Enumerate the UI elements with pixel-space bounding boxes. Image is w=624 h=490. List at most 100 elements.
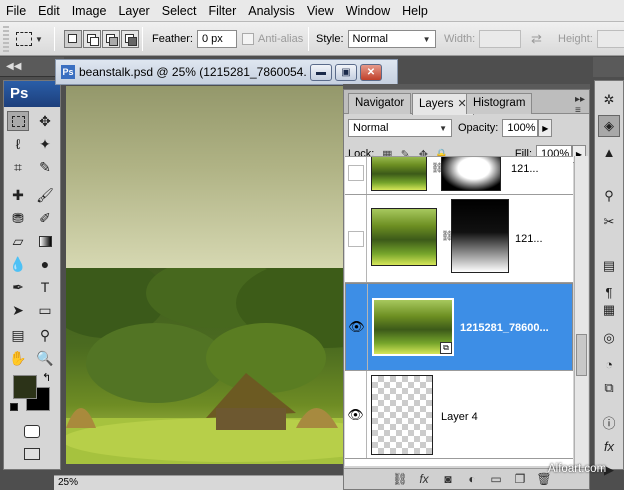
default-colors-icon[interactable] xyxy=(10,403,18,411)
opacity-slider-arrow-icon[interactable]: ▶ xyxy=(538,119,553,137)
hand-tool[interactable]: ✋ xyxy=(7,348,29,368)
layer-mask-thumbnail[interactable] xyxy=(451,199,509,273)
layer-style-icon[interactable]: fx xyxy=(412,472,436,486)
layer-name[interactable]: 121... xyxy=(511,163,539,175)
menu-file[interactable]: File xyxy=(0,0,32,22)
shape-tool[interactable]: ▭ xyxy=(34,300,56,320)
width-input[interactable] xyxy=(479,30,522,48)
layer-name[interactable]: Layer 4 xyxy=(441,411,478,423)
document-title-bar[interactable]: Ps beanstalk.psd @ 25% (1215281_7860054.… xyxy=(55,59,398,85)
gradient-tool[interactable] xyxy=(34,231,56,251)
dodge-tool[interactable]: ● xyxy=(34,254,56,274)
type-tool[interactable]: T xyxy=(34,277,56,297)
layer-visibility-toggle[interactable]: 👁 xyxy=(345,371,367,458)
feather-input[interactable]: 0 px xyxy=(196,30,237,48)
separator xyxy=(308,27,309,51)
eyedropper-tool[interactable]: ⚲ xyxy=(34,325,56,345)
fx-styles-icon[interactable]: fx xyxy=(598,435,620,457)
layer-visibility-toggle[interactable] xyxy=(345,157,367,194)
menu-image[interactable]: Image xyxy=(66,0,113,22)
watermark-text: Alfoart.com xyxy=(548,463,607,475)
tab-navigator[interactable]: Navigator xyxy=(348,93,412,114)
blur-tool[interactable]: 💧 xyxy=(7,254,29,274)
foreground-color-swatch[interactable] xyxy=(13,375,37,399)
height-input[interactable] xyxy=(596,30,624,48)
path-selection-tool[interactable]: ➤ xyxy=(7,300,29,320)
scrollbar-thumb[interactable] xyxy=(576,334,587,376)
move-tool[interactable]: ✥ xyxy=(34,111,56,131)
subtract-selection-button[interactable] xyxy=(102,30,120,48)
info-icon[interactable]: ⓘ xyxy=(598,411,620,433)
slice-tool[interactable]: ✎ xyxy=(34,157,56,177)
dock-collapse-strip[interactable] xyxy=(593,57,624,77)
opacity-input[interactable]: 100% xyxy=(502,119,539,137)
swatches-panel-icon[interactable]: ◔ xyxy=(598,353,620,375)
close-icon[interactable]: ✕ xyxy=(360,63,382,81)
eraser-tool[interactable]: ▱ xyxy=(7,231,29,251)
swap-colors-icon[interactable]: ↰ xyxy=(42,371,51,384)
layer-row-selected[interactable]: 👁 ⧉ 1215281_78600... xyxy=(345,283,573,371)
layer-row[interactable]: ⛓ 121... xyxy=(345,157,573,195)
zoom-tool[interactable]: 🔍 xyxy=(34,348,56,368)
panel-menu-icon[interactable]: ▸▸ ≡ xyxy=(575,94,585,116)
layers-scrollbar[interactable] xyxy=(574,156,588,466)
tab-layers[interactable]: Layers ✕ xyxy=(412,93,474,115)
crop-tool[interactable]: ⌗ xyxy=(7,157,29,177)
styles-panel-icon[interactable]: ◎ xyxy=(598,327,620,349)
tool-preset-picker[interactable]: ▼ xyxy=(16,22,43,56)
history-brush-tool[interactable]: ✐ xyxy=(34,208,56,228)
layer-visibility-toggle[interactable] xyxy=(345,195,367,282)
tool-presets-icon[interactable]: ✂ xyxy=(598,211,620,233)
menu-view[interactable]: View xyxy=(301,0,340,22)
channels-panel-icon[interactable]: ⚲ xyxy=(598,185,620,207)
add-selection-button[interactable] xyxy=(83,30,101,48)
options-grip[interactable] xyxy=(3,26,9,52)
blend-mode-value: Normal xyxy=(353,122,389,134)
rect-marquee-tool[interactable] xyxy=(7,111,29,131)
layer-name[interactable]: 121... xyxy=(515,233,543,245)
menu-help[interactable]: Help xyxy=(396,0,434,22)
restore-icon[interactable]: ▣ xyxy=(335,63,357,81)
menu-layer[interactable]: Layer xyxy=(112,0,155,22)
layer-row[interactable]: 👁 Layer 4 xyxy=(345,371,573,459)
menu-filter[interactable]: Filter xyxy=(202,0,242,22)
layer-row[interactable]: ⛓ 121... xyxy=(345,195,573,283)
new-group-icon[interactable]: ▭ xyxy=(484,472,508,486)
clone-stamp-tool[interactable]: ⛃ xyxy=(7,208,29,228)
menu-window[interactable]: Window xyxy=(340,0,396,22)
style-select[interactable]: Normal ▼ xyxy=(347,30,436,48)
new-layer-icon[interactable]: ❐ xyxy=(508,472,532,486)
brush-tool[interactable]: 🖌 xyxy=(34,185,56,205)
paths-panel-icon[interactable]: ▦ xyxy=(598,299,620,321)
magic-wand-tool[interactable]: ✦ xyxy=(34,134,56,154)
layers-panel-icon[interactable]: ◈ xyxy=(598,115,620,137)
swap-dimensions-icon[interactable]: ⇄ xyxy=(531,31,542,47)
histogram-panel-icon[interactable]: ▲ xyxy=(598,141,620,163)
tab-histogram[interactable]: Histogram xyxy=(466,93,533,114)
info-panel-icon[interactable]: ▤ xyxy=(598,255,620,277)
quick-mask-button[interactable] xyxy=(21,421,43,441)
zoom-level[interactable]: 25% xyxy=(58,477,78,488)
new-selection-button[interactable] xyxy=(64,30,82,48)
layer-name[interactable]: 1215281_78600... xyxy=(460,322,549,334)
healing-brush-tool[interactable]: ✚ xyxy=(7,185,29,205)
intersect-selection-button[interactable] xyxy=(121,30,139,48)
pen-tool[interactable]: ✒ xyxy=(7,277,29,297)
blend-mode-select[interactable]: Normal ▼ xyxy=(348,119,452,137)
minimize-icon[interactable]: ▬ xyxy=(310,63,332,81)
lasso-tool[interactable]: ℓ xyxy=(7,134,29,154)
screen-mode-button[interactable] xyxy=(21,444,43,464)
adjustment-layer-icon[interactable]: ◐ xyxy=(460,472,484,486)
layer-mask-thumbnail[interactable] xyxy=(441,157,501,191)
layer-thumbnail xyxy=(371,208,437,266)
link-layers-icon[interactable]: ⛓ xyxy=(388,472,412,486)
antialias-checkbox[interactable] xyxy=(242,33,254,45)
layer-visibility-toggle[interactable]: 👁 xyxy=(346,284,368,370)
menu-analysis[interactable]: Analysis xyxy=(242,0,301,22)
add-mask-icon[interactable]: ◙ xyxy=(436,472,460,486)
menu-edit[interactable]: Edit xyxy=(32,0,66,22)
notes-tool[interactable]: ▤ xyxy=(7,325,29,345)
history-panel-icon[interactable]: ⧉ xyxy=(598,377,620,399)
navigator-panel-icon[interactable]: ✲ xyxy=(598,89,620,111)
menu-select[interactable]: Select xyxy=(156,0,203,22)
